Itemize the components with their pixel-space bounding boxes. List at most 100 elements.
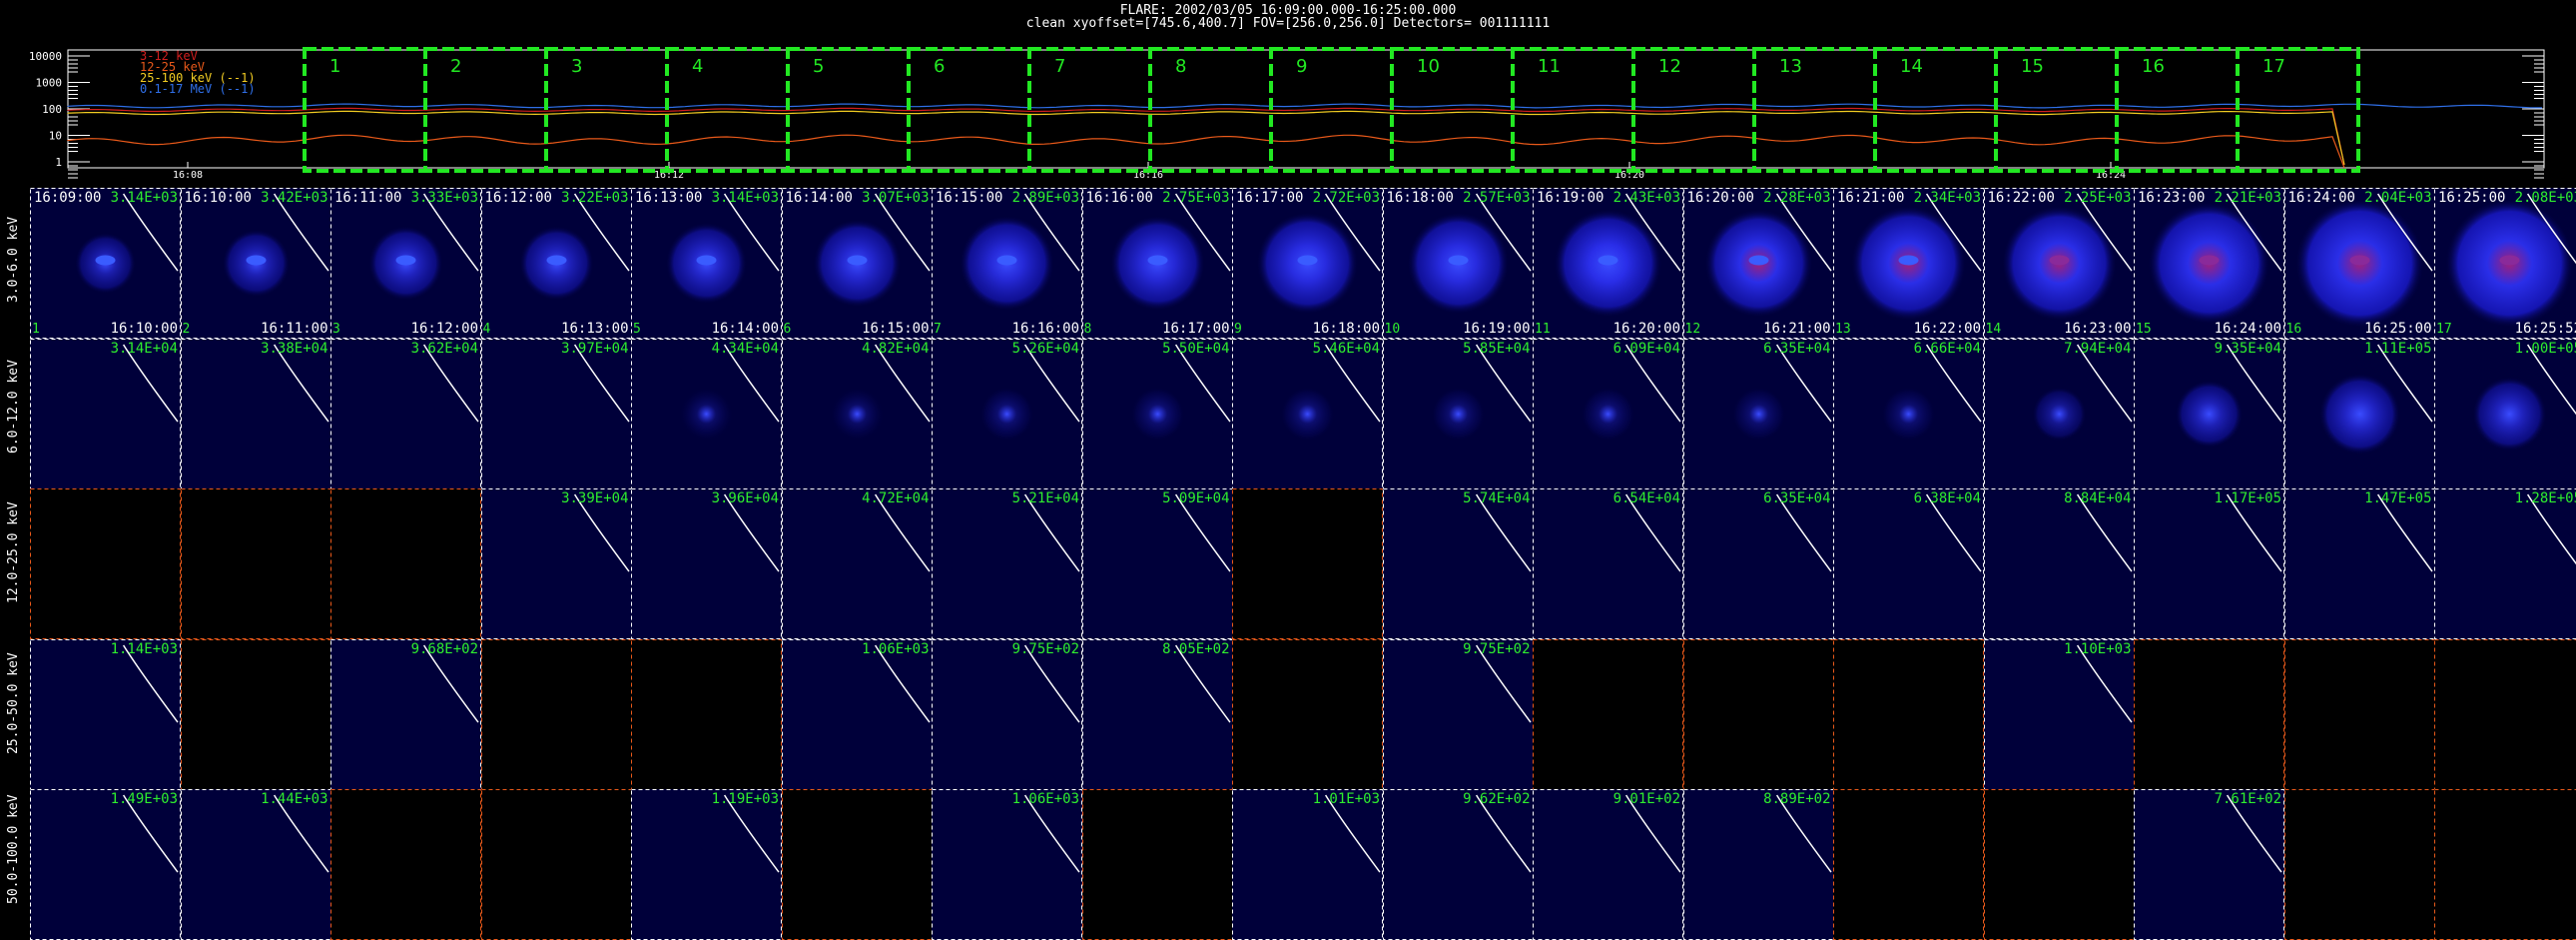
image-cell: 16:11:0016:12:0033.33E+03: [330, 188, 481, 339]
peak-value: 3.39E+04: [561, 490, 628, 506]
image-cell: 9.01E+02: [1533, 789, 1683, 940]
cell-frame: [2435, 639, 2576, 789]
cell-image: [1984, 339, 2135, 489]
peak-value: 3.38E+04: [261, 341, 327, 357]
peak-value: 3.14E+03: [712, 190, 779, 206]
cell-image: [2434, 188, 2576, 339]
cell-image: [181, 789, 331, 940]
image-cell: [2284, 639, 2435, 790]
image-cell: [181, 488, 331, 639]
row-energy-label: 6.0-12.0 keV: [6, 360, 21, 454]
interval-start-time: 16:19:00: [1537, 190, 1604, 206]
peak-value: 2.08E+03: [2515, 190, 2576, 206]
source-core: [1899, 256, 1919, 266]
cell-image: [1683, 339, 1834, 489]
cell-image: [1984, 488, 2135, 639]
image-cell: 1.47E+05: [2284, 488, 2435, 639]
cell-frame: [933, 489, 1082, 639]
interval-start-time: 16:13:00: [635, 190, 702, 206]
interval-start-time: 16:14:00: [786, 190, 853, 206]
peak-value: 3.07E+03: [862, 190, 929, 206]
image-cell: 1.11E+05: [2284, 339, 2435, 489]
image-cell: 7.94E+04: [1984, 339, 2135, 489]
cell-image: [181, 188, 331, 339]
image-cell: 1.06E+03: [932, 789, 1082, 940]
image-cell: 4.72E+04: [782, 488, 933, 639]
image-cell: 9.75E+02: [932, 639, 1082, 790]
image-cell: 5.50E+04: [1082, 339, 1233, 489]
source-emission: [1581, 387, 1634, 441]
interval-index: 7: [934, 322, 942, 337]
time-interval-label: 10: [1417, 56, 1440, 77]
source-core: [1448, 256, 1468, 266]
source-core: [246, 256, 266, 266]
cell-image: [181, 339, 331, 489]
peak-value: 1.06E+03: [1012, 791, 1079, 807]
time-interval-label: 8: [1175, 56, 1186, 77]
image-cell: 5.26E+04: [932, 339, 1082, 489]
image-cell: 16:14:0016:15:0063.07E+03: [782, 188, 933, 339]
interval-start-time: 16:10:00: [185, 190, 252, 206]
y-tick-label: 1000: [36, 77, 63, 90]
peak-value: 3.22E+03: [561, 190, 628, 206]
cell-frame: [1984, 639, 2134, 789]
time-interval-label: 15: [2021, 56, 2044, 77]
source-core: [2349, 256, 2369, 266]
cell-image: [932, 488, 1082, 639]
interval-end-time: 16:15:00: [862, 321, 929, 337]
interval-index: 17: [2436, 322, 2452, 337]
light-curve: [68, 135, 2344, 168]
time-interval-label: 4: [692, 56, 703, 77]
peak-value: 9.01E+02: [1613, 791, 1680, 807]
interval-end-time: 16:14:00: [712, 321, 779, 337]
cell-frame: [1683, 489, 1833, 639]
image-cell: [181, 639, 331, 790]
time-interval-label: 17: [2262, 56, 2285, 77]
source-core: [1147, 256, 1167, 266]
peak-value: 1.06E+03: [862, 641, 929, 657]
image-cell: 6.35E+04: [1683, 488, 1834, 639]
interval-index: 2: [183, 322, 191, 337]
cell-image: [330, 188, 481, 339]
source-emission: [979, 387, 1033, 441]
image-cell: 9.35E+04: [2134, 339, 2284, 489]
cell-frame: [1383, 790, 1533, 940]
image-cell: 16:17:0016:18:0092.72E+03: [1232, 188, 1383, 339]
cell-image: [1383, 488, 1534, 639]
image-cell: 6.54E+04: [1533, 488, 1683, 639]
image-cell: 1.10E+03: [1984, 639, 2135, 790]
image-cell: [330, 789, 481, 940]
image-cell: 8.84E+04: [1984, 488, 2135, 639]
row-energy-label: 3.0-6.0 keV: [6, 217, 21, 303]
cell-frame: [1534, 489, 1683, 639]
peak-value: 1.10E+03: [2064, 641, 2131, 657]
peak-value: 1.14E+03: [111, 641, 178, 657]
cell-frame: [1383, 489, 1533, 639]
interval-end-time: 16:23:00: [2064, 321, 2131, 337]
image-cell: [1232, 639, 1383, 790]
peak-value: 1.17E+05: [2215, 490, 2281, 506]
cell-image: [330, 488, 481, 639]
cell-frame: [331, 790, 481, 940]
cell-image: [2284, 789, 2435, 940]
cell-image: [2434, 339, 2576, 489]
source-emission: [2318, 373, 2400, 455]
y-tick-label: 10000: [29, 50, 62, 63]
image-cell: [1984, 789, 2135, 940]
time-interval-label: 7: [1054, 56, 1065, 77]
image-cell: [1833, 789, 1984, 940]
image-cell: 1.44E+03: [181, 789, 331, 940]
cell-image: [1232, 488, 1383, 639]
peak-value: 9.62E+02: [1463, 791, 1530, 807]
peak-value: 3.14E+04: [111, 341, 178, 357]
cell-image: [1984, 188, 2135, 339]
peak-value: 1.01E+03: [1313, 791, 1380, 807]
peak-value: 1.47E+05: [2364, 490, 2431, 506]
interval-end-time: 16:11:00: [261, 321, 327, 337]
peak-value: 6.54E+04: [1613, 490, 1680, 506]
peak-value: 7.94E+04: [2064, 341, 2131, 357]
interval-end-time: 16:12:00: [411, 321, 478, 337]
peak-value: 6.35E+04: [1763, 341, 1830, 357]
image-cell: [1833, 639, 1984, 790]
interval-index: 16: [2286, 322, 2302, 337]
